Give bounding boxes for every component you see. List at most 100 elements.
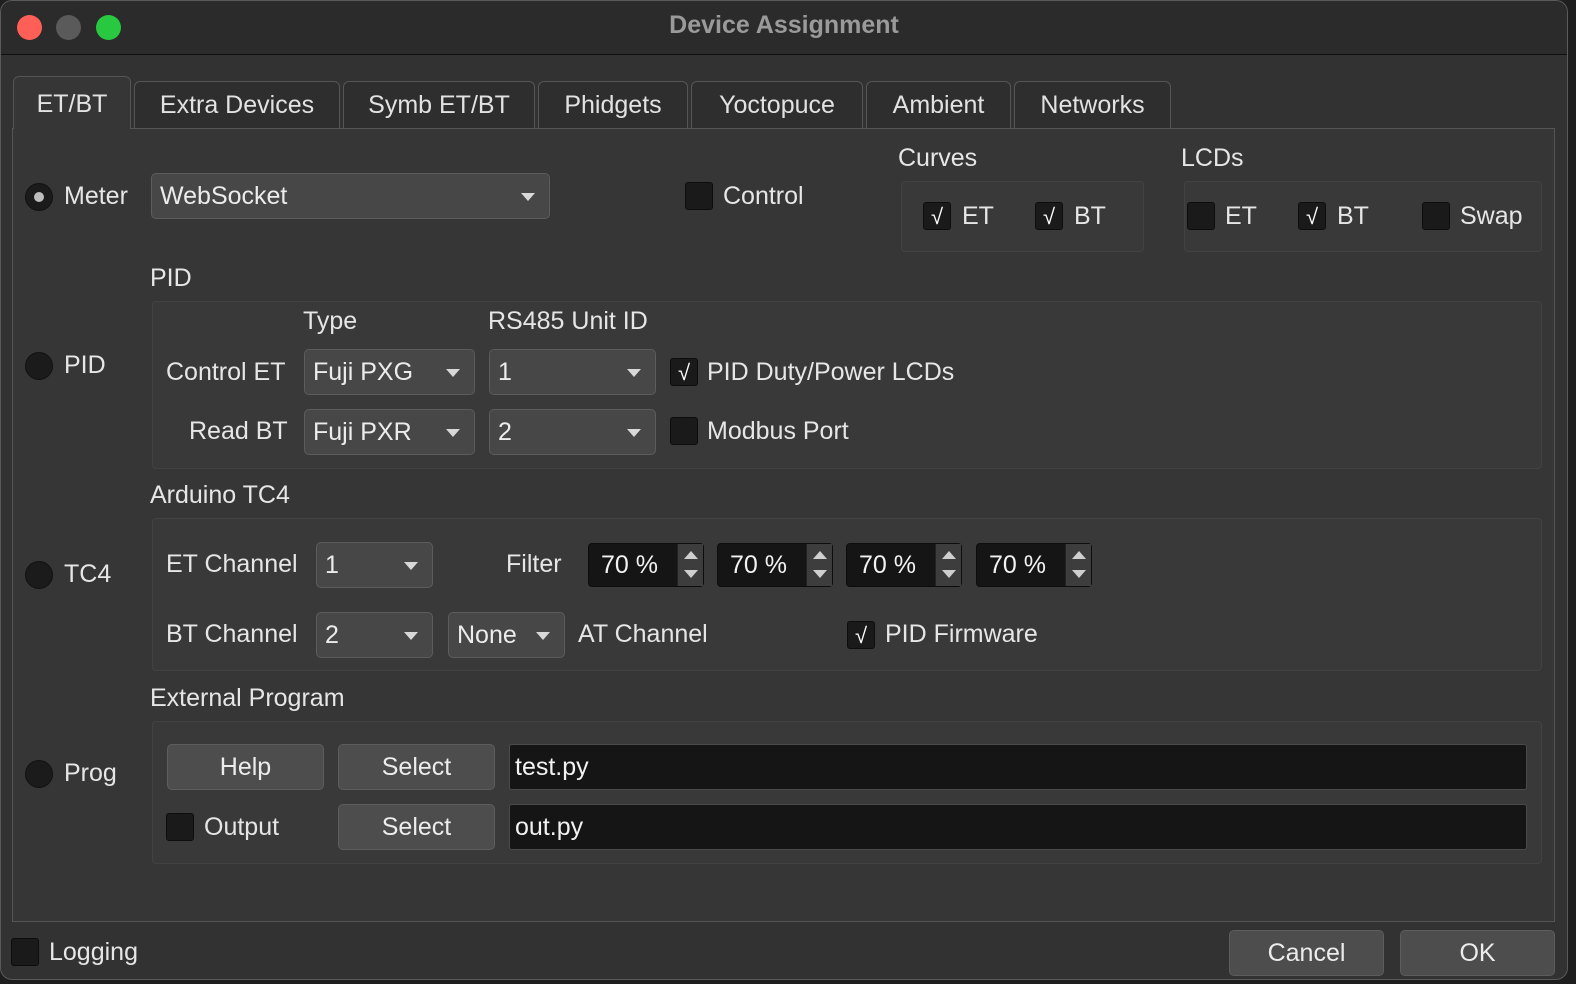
pid-radio-label: PID: [64, 351, 106, 379]
window-title: Device Assignment: [669, 11, 899, 39]
curves-et-checkbox[interactable]: √: [923, 202, 951, 230]
lcds-swap-checkbox[interactable]: [1422, 202, 1450, 230]
output-checkbox[interactable]: [166, 813, 194, 841]
program-path-field[interactable]: test.py: [509, 744, 1527, 790]
output-path-field[interactable]: out.py: [509, 804, 1527, 850]
filter-4-spinbox[interactable]: 70 %: [976, 543, 1092, 587]
prog-radio-label: Prog: [64, 759, 117, 787]
curves-bt-checkbox[interactable]: √: [1035, 202, 1063, 230]
tab-symb-et-bt[interactable]: Symb ET/BT: [343, 81, 535, 128]
read-bt-type-select[interactable]: Fuji PXR: [304, 409, 475, 455]
lcds-et-label: ET: [1225, 202, 1257, 230]
chevron-down-icon: [446, 369, 460, 377]
meter-device-select[interactable]: WebSocket: [151, 173, 550, 219]
meter-radio-label: Meter: [64, 182, 128, 210]
filter-2-value: 70 %: [730, 551, 787, 579]
tc4-radio[interactable]: [25, 561, 53, 589]
tc4-radio-label: TC4: [64, 560, 112, 588]
control-et-label: Control ET: [166, 358, 286, 386]
arrow-up-icon: [1072, 551, 1086, 559]
external-program-title: External Program: [150, 684, 345, 712]
help-button[interactable]: Help: [167, 744, 324, 790]
curves-et-label: ET: [962, 202, 994, 230]
chevron-down-icon: [627, 429, 641, 437]
control-et-type-select[interactable]: Fuji PXG: [304, 349, 475, 395]
pid-title: PID: [150, 264, 192, 292]
chevron-down-icon: [521, 193, 535, 201]
lcds-et-checkbox[interactable]: [1187, 202, 1215, 230]
read-bt-type-value: Fuji PXR: [313, 418, 412, 446]
filter-3-value: 70 %: [859, 551, 916, 579]
cancel-button[interactable]: Cancel: [1229, 930, 1384, 976]
ok-button[interactable]: OK: [1400, 930, 1555, 976]
tab-ambient[interactable]: Ambient: [866, 81, 1011, 128]
read-bt-label: Read BT: [189, 417, 288, 445]
pid-unit-header: RS485 Unit ID: [488, 307, 648, 335]
device-assignment-window: Device Assignment ET/BT Extra Devices Sy…: [0, 0, 1568, 980]
filter-3-spinbox[interactable]: 70 %: [846, 543, 962, 587]
filter-label: Filter: [506, 550, 562, 578]
control-checkbox[interactable]: [685, 182, 713, 210]
meter-device-value: WebSocket: [160, 182, 288, 210]
tab-et-bt[interactable]: ET/BT: [13, 76, 131, 129]
at-channel-label: AT Channel: [578, 620, 708, 648]
lcds-swap-label: Swap: [1460, 202, 1523, 230]
logging-checkbox[interactable]: [11, 938, 39, 966]
meter-radio[interactable]: [25, 183, 53, 211]
bt-channel-select[interactable]: 2: [316, 612, 433, 658]
filter-4-stepper[interactable]: [1065, 544, 1091, 586]
et-channel-label: ET Channel: [166, 550, 298, 578]
curves-bt-label: BT: [1074, 202, 1106, 230]
tab-networks[interactable]: Networks: [1014, 81, 1171, 128]
arrow-up-icon: [942, 551, 956, 559]
filter-1-spinbox[interactable]: 70 %: [588, 543, 704, 587]
bt-channel-label: BT Channel: [166, 620, 298, 648]
tab-yoctopuce[interactable]: Yoctopuce: [691, 81, 863, 128]
modbus-port-checkbox[interactable]: [670, 417, 698, 445]
et-channel-value: 1: [325, 551, 339, 579]
filter-1-value: 70 %: [601, 551, 658, 579]
control-et-unit-select[interactable]: 1: [489, 349, 656, 395]
at-channel-value: None: [457, 621, 517, 649]
select-program-button[interactable]: Select: [338, 744, 495, 790]
arrow-down-icon: [1072, 570, 1086, 578]
lcds-bt-label: BT: [1337, 202, 1369, 230]
filter-2-stepper[interactable]: [806, 544, 832, 586]
pid-duty-lcds-label: PID Duty/Power LCDs: [707, 358, 955, 386]
title-bar: Device Assignment: [1, 1, 1567, 55]
output-label: Output: [204, 813, 280, 841]
chevron-down-icon: [536, 632, 550, 640]
pid-type-header: Type: [303, 307, 358, 335]
tab-phidgets[interactable]: Phidgets: [538, 81, 688, 128]
at-channel-select[interactable]: None: [448, 612, 565, 658]
tc4-title: Arduino TC4: [150, 481, 290, 509]
pid-radio[interactable]: [25, 352, 53, 380]
filter-1-stepper[interactable]: [677, 544, 703, 586]
select-output-button[interactable]: Select: [338, 804, 495, 850]
arrow-up-icon: [813, 551, 827, 559]
prog-radio[interactable]: [25, 760, 53, 788]
arrow-down-icon: [942, 570, 956, 578]
read-bt-unit-select[interactable]: 2: [489, 409, 656, 455]
pid-firmware-checkbox[interactable]: √: [847, 621, 875, 649]
pid-firmware-label: PID Firmware: [885, 620, 1038, 648]
pid-duty-lcds-checkbox[interactable]: √: [670, 358, 698, 386]
chevron-down-icon: [404, 562, 418, 570]
chevron-down-icon: [404, 632, 418, 640]
control-et-unit-value: 1: [498, 358, 512, 386]
chevron-down-icon: [627, 369, 641, 377]
filter-3-stepper[interactable]: [935, 544, 961, 586]
logging-label: Logging: [49, 938, 138, 966]
arrow-up-icon: [684, 551, 698, 559]
lcds-bt-checkbox[interactable]: √: [1298, 202, 1326, 230]
tab-extra-devices[interactable]: Extra Devices: [134, 81, 340, 128]
bt-channel-value: 2: [325, 621, 339, 649]
filter-2-spinbox[interactable]: 70 %: [717, 543, 833, 587]
lcds-title: LCDs: [1181, 144, 1244, 172]
arrow-down-icon: [813, 570, 827, 578]
control-et-type-value: Fuji PXG: [313, 358, 414, 386]
control-label: Control: [723, 182, 804, 210]
et-channel-select[interactable]: 1: [316, 542, 433, 588]
read-bt-unit-value: 2: [498, 418, 512, 446]
chevron-down-icon: [446, 429, 460, 437]
